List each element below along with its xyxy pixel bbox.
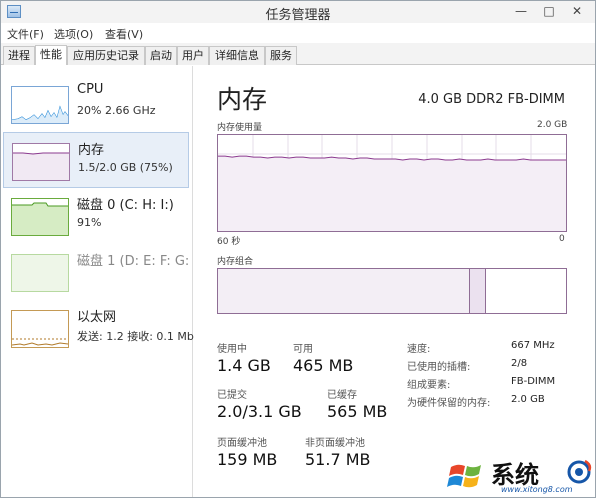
sidebar-item-name: 以太网: [77, 310, 117, 325]
sidebar-item-memory[interactable]: 内存 1.5/2.0 GB (75%): [3, 132, 189, 188]
composition-label: 内存组合: [217, 257, 254, 267]
sidebar-item-detail: 发送: 1.2 接收: 0.1 Mb: [77, 330, 194, 343]
committed-label: 已提交: [217, 390, 247, 401]
speed-value: 667 MHz: [511, 340, 555, 351]
cached-label: 已缓存: [327, 390, 357, 401]
watermark-url: www.xitong8.com: [501, 485, 573, 494]
sidebar-item-detail: 20% 2.66 GHz: [77, 104, 156, 117]
composition-in-use: [218, 269, 470, 313]
composition-modified: [470, 269, 486, 313]
sidebar-item-name: 磁盘 1 (D: E: F: G:: [77, 254, 190, 269]
nonpaged-pool-label: 非页面缓冲池: [305, 438, 365, 449]
slots-label: 已使用的插槽:: [407, 362, 471, 373]
usage-graph-max: 2.0 GB: [537, 120, 568, 130]
title-bar: 任务管理器 — □ ✕: [1, 1, 595, 23]
time-span-label: 60 秒: [217, 237, 241, 247]
cached-value: 565 MB: [327, 402, 388, 421]
cpu-thumbnail-graph: [11, 86, 69, 124]
menu-bar: 文件(F) 选项(O) 查看(V): [1, 23, 595, 43]
usage-graph-svg: [218, 135, 566, 231]
close-button[interactable]: ✕: [565, 3, 589, 20]
disk0-thumbnail-graph: [11, 198, 69, 236]
tab-startup[interactable]: 启动: [145, 46, 177, 65]
disk1-thumbnail-graph: [11, 254, 69, 292]
menu-view[interactable]: 查看(V): [105, 26, 143, 42]
tab-bar: 进程 性能 应用历史记录 启动 用户 详细信息 服务: [1, 43, 595, 65]
windows-logo-icon: [447, 464, 481, 488]
memory-spec: 4.0 GB DDR2 FB-DIMM: [418, 92, 565, 107]
memory-composition-graph: [217, 268, 567, 314]
sidebar-item-disk-0[interactable]: 磁盘 0 (C: H: I:) 91%: [3, 188, 189, 244]
tab-details[interactable]: 详细信息: [209, 46, 265, 65]
ethernet-thumbnail-graph: [11, 310, 69, 348]
window-title: 任务管理器: [265, 8, 331, 23]
maximize-button[interactable]: □: [537, 3, 561, 20]
form-factor-label: 组成要素:: [407, 380, 451, 391]
memory-thumbnail-graph: [12, 143, 70, 181]
tab-users[interactable]: 用户: [177, 46, 209, 65]
paged-pool-value: 159 MB: [217, 450, 278, 469]
tab-performance[interactable]: 性能: [35, 45, 67, 65]
available-value: 465 MB: [293, 356, 354, 375]
committed-value: 2.0/3.1 GB: [217, 402, 302, 421]
sidebar-item-name: 内存: [78, 143, 105, 158]
menu-file[interactable]: 文件(F): [7, 26, 44, 42]
site-watermark: 系统 www.xitong8.com: [445, 453, 595, 497]
in-use-value: 1.4 GB: [217, 356, 271, 375]
tab-processes[interactable]: 进程: [3, 46, 35, 65]
page-title: 内存: [217, 85, 268, 114]
sidebar-item-cpu[interactable]: CPU 20% 2.66 GHz: [3, 76, 189, 132]
hardware-reserved-label: 为硬件保留的内存:: [407, 398, 491, 409]
in-use-label: 使用中: [217, 344, 247, 355]
usage-graph-label: 内存使用量: [217, 123, 263, 133]
paged-pool-label: 页面缓冲池: [217, 438, 267, 449]
speed-label: 速度:: [407, 344, 431, 355]
sidebar-item-detail: 1.5/2.0 GB (75%): [78, 161, 173, 174]
sidebar-item-disk-1[interactable]: 磁盘 1 (D: E: F: G:: [3, 244, 189, 300]
tab-services[interactable]: 服务: [265, 46, 297, 65]
menu-options[interactable]: 选项(O): [54, 26, 93, 42]
minimize-button[interactable]: —: [509, 3, 533, 20]
performance-sidebar: CPU 20% 2.66 GHz 内存 1.5/2.0 GB (75%) 磁盘 …: [1, 66, 194, 497]
memory-usage-graph: [217, 134, 567, 232]
usage-area: [218, 156, 566, 231]
memory-detail-panel: 内存 4.0 GB DDR2 FB-DIMM 内存使用量 2.0 GB 60 秒…: [201, 66, 595, 497]
sidebar-item-ethernet[interactable]: 以太网 发送: 1.2 接收: 0.1 Mb: [3, 300, 194, 356]
sidebar-item-name: CPU: [77, 82, 104, 97]
nonpaged-pool-value: 51.7 MB: [305, 450, 371, 469]
swirl-logo-icon: [567, 459, 592, 484]
available-label: 可用: [293, 344, 313, 355]
hardware-reserved-value: 2.0 GB: [511, 394, 545, 405]
form-factor-value: FB-DIMM: [511, 376, 556, 387]
task-manager-window: 任务管理器 — □ ✕ 文件(F) 选项(O) 查看(V) 进程 性能 应用历史…: [0, 0, 596, 498]
tab-app-history[interactable]: 应用历史记录: [67, 46, 145, 65]
sidebar-item-detail: 91%: [77, 216, 102, 229]
slots-value: 2/8: [511, 358, 528, 369]
sidebar-item-name: 磁盘 0 (C: H: I:): [77, 198, 174, 213]
time-end-label: 0: [559, 234, 565, 244]
